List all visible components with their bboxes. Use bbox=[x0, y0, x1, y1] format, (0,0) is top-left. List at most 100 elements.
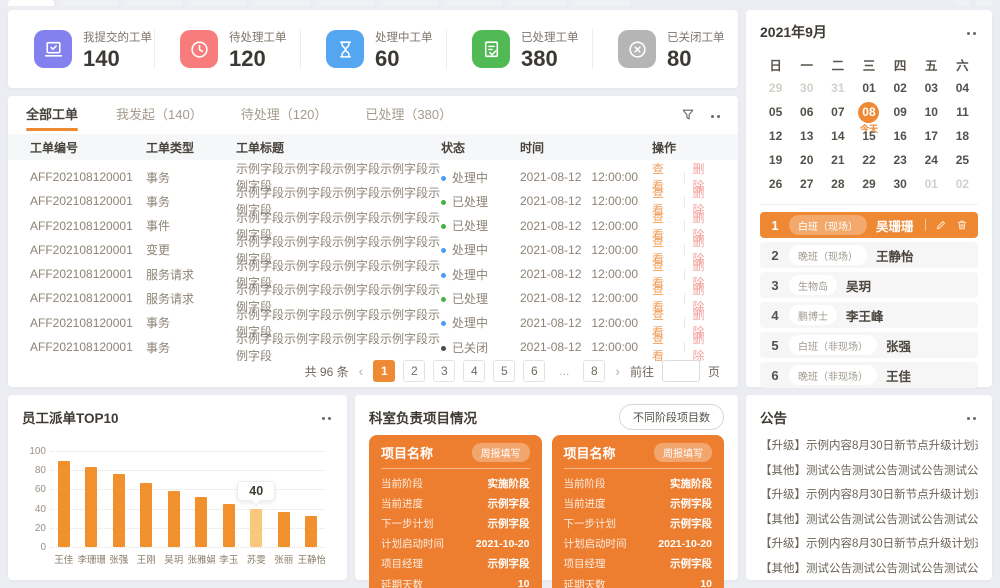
calendar-day[interactable]: 17 bbox=[916, 124, 947, 148]
weekly-report-badge[interactable]: 周报填写 bbox=[654, 443, 712, 462]
bar[interactable] bbox=[250, 509, 262, 547]
more-icon[interactable] bbox=[965, 26, 978, 39]
bar[interactable] bbox=[278, 512, 290, 547]
calendar-day[interactable]: 07 bbox=[822, 100, 853, 124]
calendar-day[interactable]: 22 bbox=[853, 148, 884, 172]
browser-tab[interactable] bbox=[572, 0, 630, 6]
page-button[interactable]: 2 bbox=[403, 360, 425, 382]
more-icon[interactable] bbox=[320, 411, 333, 424]
browser-tab[interactable] bbox=[508, 0, 566, 6]
calendar-day[interactable]: 18 bbox=[947, 124, 978, 148]
window-control[interactable] bbox=[955, 0, 971, 6]
filter-icon[interactable] bbox=[681, 108, 695, 122]
calendar-day[interactable]: 31 bbox=[822, 76, 853, 100]
browser-tab[interactable] bbox=[188, 0, 246, 6]
browser-tab[interactable] bbox=[60, 0, 118, 6]
weekly-report-badge[interactable]: 周报填写 bbox=[472, 443, 530, 462]
calendar-day[interactable]: 19 bbox=[760, 148, 791, 172]
schedule-row[interactable]: 3 生物岛 吴玥 bbox=[760, 272, 978, 298]
calendar-day[interactable]: 01 bbox=[916, 172, 947, 196]
announcement-item[interactable]: 【升级】示例内容8月30日新节点升级计划通知 bbox=[760, 434, 978, 459]
browser-tab[interactable] bbox=[444, 0, 502, 6]
announcement-item[interactable]: 【其他】测试公告测试公告测试公告测试公告测试公告 bbox=[760, 508, 978, 533]
bar-slot[interactable] bbox=[50, 451, 78, 547]
bar[interactable] bbox=[168, 491, 180, 547]
browser-tab[interactable] bbox=[316, 0, 374, 6]
schedule-row[interactable]: 1 白班（现场） 吴珊珊 bbox=[760, 212, 978, 238]
calendar-day[interactable]: 13 bbox=[791, 124, 822, 148]
browser-tab-active[interactable] bbox=[8, 0, 54, 6]
project-card[interactable]: 项目名称 周报填写 当前阶段 实施阶段 当前进度 示例字段 bbox=[552, 435, 725, 588]
calendar-day[interactable]: 06 bbox=[791, 100, 822, 124]
more-icon[interactable] bbox=[709, 109, 722, 122]
calendar-day[interactable]: 29 bbox=[760, 76, 791, 100]
trash-icon[interactable] bbox=[956, 219, 968, 231]
page-button[interactable]: 5 bbox=[493, 360, 515, 382]
browser-tab[interactable] bbox=[380, 0, 438, 6]
bar-slot[interactable] bbox=[188, 451, 216, 547]
bar[interactable] bbox=[223, 504, 235, 547]
bar[interactable] bbox=[58, 461, 70, 547]
calendar-day[interactable]: 08 今天 bbox=[853, 100, 884, 124]
window-control[interactable] bbox=[976, 0, 992, 6]
calendar-day[interactable]: 11 bbox=[947, 100, 978, 124]
page-button[interactable]: ... bbox=[553, 360, 575, 382]
page-button[interactable]: 6 bbox=[523, 360, 545, 382]
bar-slot[interactable] bbox=[298, 451, 326, 547]
calendar-day[interactable]: 16 bbox=[885, 124, 916, 148]
bar[interactable] bbox=[140, 483, 152, 547]
calendar-day[interactable]: 10 bbox=[916, 100, 947, 124]
project-card[interactable]: 项目名称 周报填写 当前阶段 实施阶段 当前进度 示例字段 bbox=[369, 435, 542, 588]
announcement-item[interactable]: 【其他】测试公告测试公告测试公告测试公告测试公告 bbox=[760, 459, 978, 484]
bar[interactable] bbox=[195, 497, 207, 547]
calendar-day[interactable]: 29 bbox=[853, 172, 884, 196]
calendar-day[interactable]: 30 bbox=[885, 172, 916, 196]
calendar-day[interactable]: 26 bbox=[760, 172, 791, 196]
calendar-day[interactable]: 05 bbox=[760, 100, 791, 124]
bar-slot[interactable] bbox=[105, 451, 133, 547]
page-jump-input[interactable] bbox=[662, 360, 700, 382]
calendar-day[interactable]: 24 bbox=[916, 148, 947, 172]
calendar-day[interactable]: 21 bbox=[822, 148, 853, 172]
calendar-day[interactable]: 27 bbox=[791, 172, 822, 196]
edit-icon[interactable] bbox=[935, 219, 947, 231]
browser-tab[interactable] bbox=[124, 0, 182, 6]
schedule-row[interactable]: 4 鹏博士 李王峰 bbox=[760, 302, 978, 328]
calendar-day[interactable]: 14 bbox=[822, 124, 853, 148]
calendar-day[interactable]: 30 bbox=[791, 76, 822, 100]
bar[interactable] bbox=[85, 467, 97, 547]
workorder-tab[interactable]: 我发起（140） bbox=[116, 96, 203, 134]
bar-slot[interactable] bbox=[133, 451, 161, 547]
schedule-row[interactable]: 2 晚班（现场） 王静怡 bbox=[760, 242, 978, 268]
schedule-row[interactable]: 6 晚班（非现场） 王佳 bbox=[760, 362, 978, 388]
prev-page-icon[interactable]: ‹ bbox=[357, 363, 366, 379]
calendar-day[interactable]: 02 bbox=[947, 172, 978, 196]
delete-link[interactable]: 删除 bbox=[693, 330, 717, 364]
calendar-day[interactable]: 28 bbox=[822, 172, 853, 196]
bar[interactable] bbox=[113, 474, 125, 547]
bar[interactable] bbox=[305, 516, 317, 547]
bar-slot[interactable] bbox=[78, 451, 106, 547]
calendar-day[interactable]: 15 bbox=[853, 124, 884, 148]
calendar-day[interactable]: 12 bbox=[760, 124, 791, 148]
workorder-tab[interactable]: 全部工单 bbox=[26, 96, 78, 134]
page-button[interactable]: 3 bbox=[433, 360, 455, 382]
more-icon[interactable] bbox=[965, 411, 978, 424]
workorder-tab[interactable]: 已处理（380） bbox=[365, 96, 452, 134]
bar-slot[interactable] bbox=[160, 451, 188, 547]
view-link[interactable]: 查看 bbox=[652, 330, 676, 364]
page-button[interactable]: 8 bbox=[583, 360, 605, 382]
page-button[interactable]: 1 bbox=[373, 360, 395, 382]
calendar-day[interactable]: 04 bbox=[947, 76, 978, 100]
calendar-day[interactable]: 25 bbox=[947, 148, 978, 172]
calendar-day[interactable]: 09 bbox=[885, 100, 916, 124]
browser-tab[interactable] bbox=[252, 0, 310, 6]
calendar-day[interactable]: 20 bbox=[791, 148, 822, 172]
calendar-day[interactable]: 23 bbox=[885, 148, 916, 172]
announcement-item[interactable]: 【升级】示例内容8月30日新节点升级计划通知 bbox=[760, 483, 978, 508]
announcement-item[interactable]: 【其他】测试公告测试公告测试公告测试公告测试公告 bbox=[760, 557, 978, 582]
stage-count-button[interactable]: 不同阶段项目数 bbox=[619, 404, 724, 430]
calendar-day[interactable]: 03 bbox=[916, 76, 947, 100]
schedule-row[interactable]: 5 白班（非现场） 张强 bbox=[760, 332, 978, 358]
page-button[interactable]: 4 bbox=[463, 360, 485, 382]
